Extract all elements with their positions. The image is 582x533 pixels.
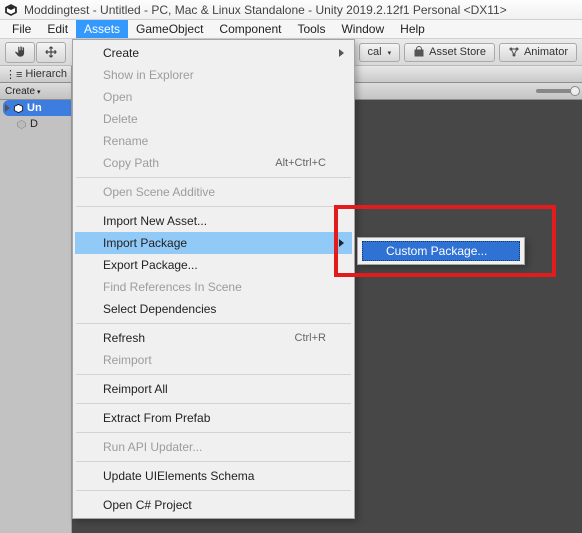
menu-item-import-new-asset[interactable]: Import New Asset... (75, 210, 352, 232)
submenu-arrow-icon (339, 239, 344, 247)
menu-item-open-cs-project[interactable]: Open C# Project (75, 494, 352, 516)
menu-item-open-scene-additive[interactable]: Open Scene Additive (75, 181, 352, 203)
menu-item-show-in-explorer[interactable]: Show in Explorer (75, 64, 352, 86)
unity-logo-icon (4, 3, 18, 17)
menu-item-export-package[interactable]: Export Package... (75, 254, 352, 276)
menu-item-rename[interactable]: Rename (75, 130, 352, 152)
hierarchy-scene-row[interactable]: Un (3, 100, 71, 116)
hierarchy-tab[interactable]: ⋮≡ Hierarch (0, 66, 71, 83)
hierarchy-toolbar: Create (0, 83, 71, 100)
menu-help[interactable]: Help (392, 20, 433, 38)
menu-item-select-dependencies[interactable]: Select Dependencies (75, 298, 352, 320)
tab-asset-store[interactable]: Asset Store (404, 43, 495, 62)
menu-window[interactable]: Window (333, 20, 392, 38)
menu-assets[interactable]: Assets (76, 20, 128, 38)
import-package-submenu: Custom Package... (357, 237, 525, 265)
unity-scene-icon (13, 103, 24, 114)
expand-icon[interactable] (5, 104, 10, 112)
menu-item-import-package[interactable]: Import Package (75, 232, 352, 254)
menu-component[interactable]: Component (211, 20, 289, 38)
submenu-item-custom-package[interactable]: Custom Package... (362, 241, 520, 261)
hand-tool-button[interactable] (5, 42, 35, 63)
menu-item-copy-path[interactable]: Copy PathAlt+Ctrl+C (75, 152, 352, 174)
gameobject-icon (16, 119, 27, 130)
menu-item-refresh[interactable]: RefreshCtrl+R (75, 327, 352, 349)
gizmo-size-slider[interactable] (536, 89, 578, 93)
menu-edit[interactable]: Edit (39, 20, 76, 38)
move-tool-button[interactable] (36, 42, 66, 63)
tab-dropdown-icon: ⋮≡ (5, 68, 22, 81)
menu-item-find-references[interactable]: Find References In Scene (75, 276, 352, 298)
bag-icon (413, 46, 425, 58)
menu-item-reimport[interactable]: Reimport (75, 349, 352, 371)
toolbar-edge-button[interactable]: cal (359, 43, 401, 62)
menu-tools[interactable]: Tools (289, 20, 333, 38)
hierarchy-item[interactable]: D (0, 116, 71, 132)
menu-item-extract-from-prefab[interactable]: Extract From Prefab (75, 407, 352, 429)
menu-item-create[interactable]: Create (75, 42, 352, 64)
tab-animator[interactable]: Animator (499, 43, 577, 62)
hierarchy-panel: ⋮≡ Hierarch Create Un D (0, 66, 72, 533)
assets-menu-dropdown: Create Show in Explorer Open Delete Rena… (72, 39, 355, 519)
menu-item-reimport-all[interactable]: Reimport All (75, 378, 352, 400)
menu-bar: File Edit Assets GameObject Component To… (0, 20, 582, 39)
window-titlebar: Moddingtest - Untitled - PC, Mac & Linux… (0, 0, 582, 20)
menu-item-delete[interactable]: Delete (75, 108, 352, 130)
animator-icon (508, 46, 520, 58)
menu-item-update-uielements[interactable]: Update UIElements Schema (75, 465, 352, 487)
submenu-arrow-icon (339, 49, 344, 57)
hierarchy-create-button[interactable]: Create (5, 86, 40, 97)
menu-item-run-api-updater[interactable]: Run API Updater... (75, 436, 352, 458)
menu-file[interactable]: File (4, 20, 39, 38)
menu-item-open[interactable]: Open (75, 86, 352, 108)
menu-gameobject[interactable]: GameObject (128, 20, 211, 38)
window-title: Moddingtest - Untitled - PC, Mac & Linux… (24, 3, 507, 17)
